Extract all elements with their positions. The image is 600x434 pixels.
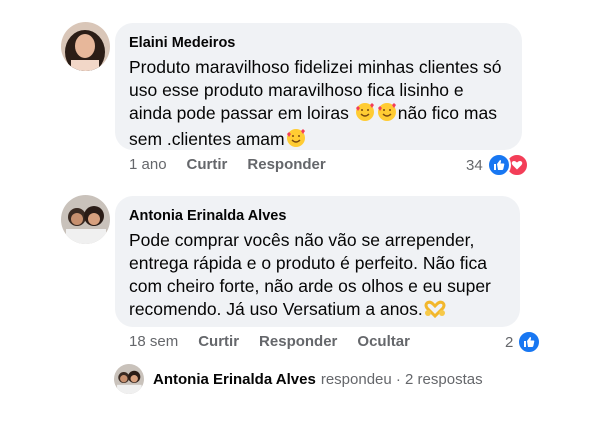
like-button[interactable]: Curtir xyxy=(187,156,228,173)
like-icon xyxy=(517,330,542,354)
heart-hands-icon xyxy=(424,300,446,324)
like-button[interactable]: Curtir xyxy=(198,333,239,350)
reaction-count: 2 xyxy=(505,333,514,351)
comment-text: Produto maravilhoso fidelizei minhas cli… xyxy=(129,56,508,154)
reply-button[interactable]: Responder xyxy=(259,333,337,350)
comment-actions: 1 ano Curtir Responder xyxy=(129,156,326,173)
comment-bubble: Elaini Medeiros Produto maravilhoso fide… xyxy=(115,23,522,150)
hide-button[interactable]: Ocultar xyxy=(357,333,410,350)
like-icon xyxy=(486,153,511,177)
avatar xyxy=(114,364,144,394)
reply-count: respondeu · 2 respostas xyxy=(320,370,483,388)
comment-author[interactable]: Antonia Erinalda Alves xyxy=(129,207,506,225)
comment-actions: 18 sem Curtir Responder Ocultar xyxy=(129,333,410,350)
avatar[interactable] xyxy=(61,195,110,244)
reaction-count: 34 xyxy=(466,156,483,174)
comment-timestamp[interactable]: 1 ano xyxy=(129,156,167,173)
view-replies-link[interactable]: Antonia Erinalda Alves respondeu · 2 res… xyxy=(114,364,483,394)
comment-bubble: Antonia Erinalda Alves Pode comprar você… xyxy=(115,196,520,327)
reply-button[interactable]: Responder xyxy=(247,156,325,173)
reaction-summary[interactable]: 34 xyxy=(466,153,529,177)
comment-timestamp[interactable]: 18 sem xyxy=(129,333,178,350)
comment-author[interactable]: Elaini Medeiros xyxy=(129,34,508,52)
smiling-face-with-hearts-icon xyxy=(377,102,397,128)
comment-text: Pode comprar vocês não vão se arrepender… xyxy=(129,229,506,324)
reaction-summary[interactable]: 2 xyxy=(505,330,542,354)
smiling-face-with-hearts-icon xyxy=(355,102,375,128)
avatar[interactable] xyxy=(61,22,110,71)
reply-author: Antonia Erinalda Alves xyxy=(153,370,316,388)
smiling-face-with-hearts-icon xyxy=(286,128,306,154)
